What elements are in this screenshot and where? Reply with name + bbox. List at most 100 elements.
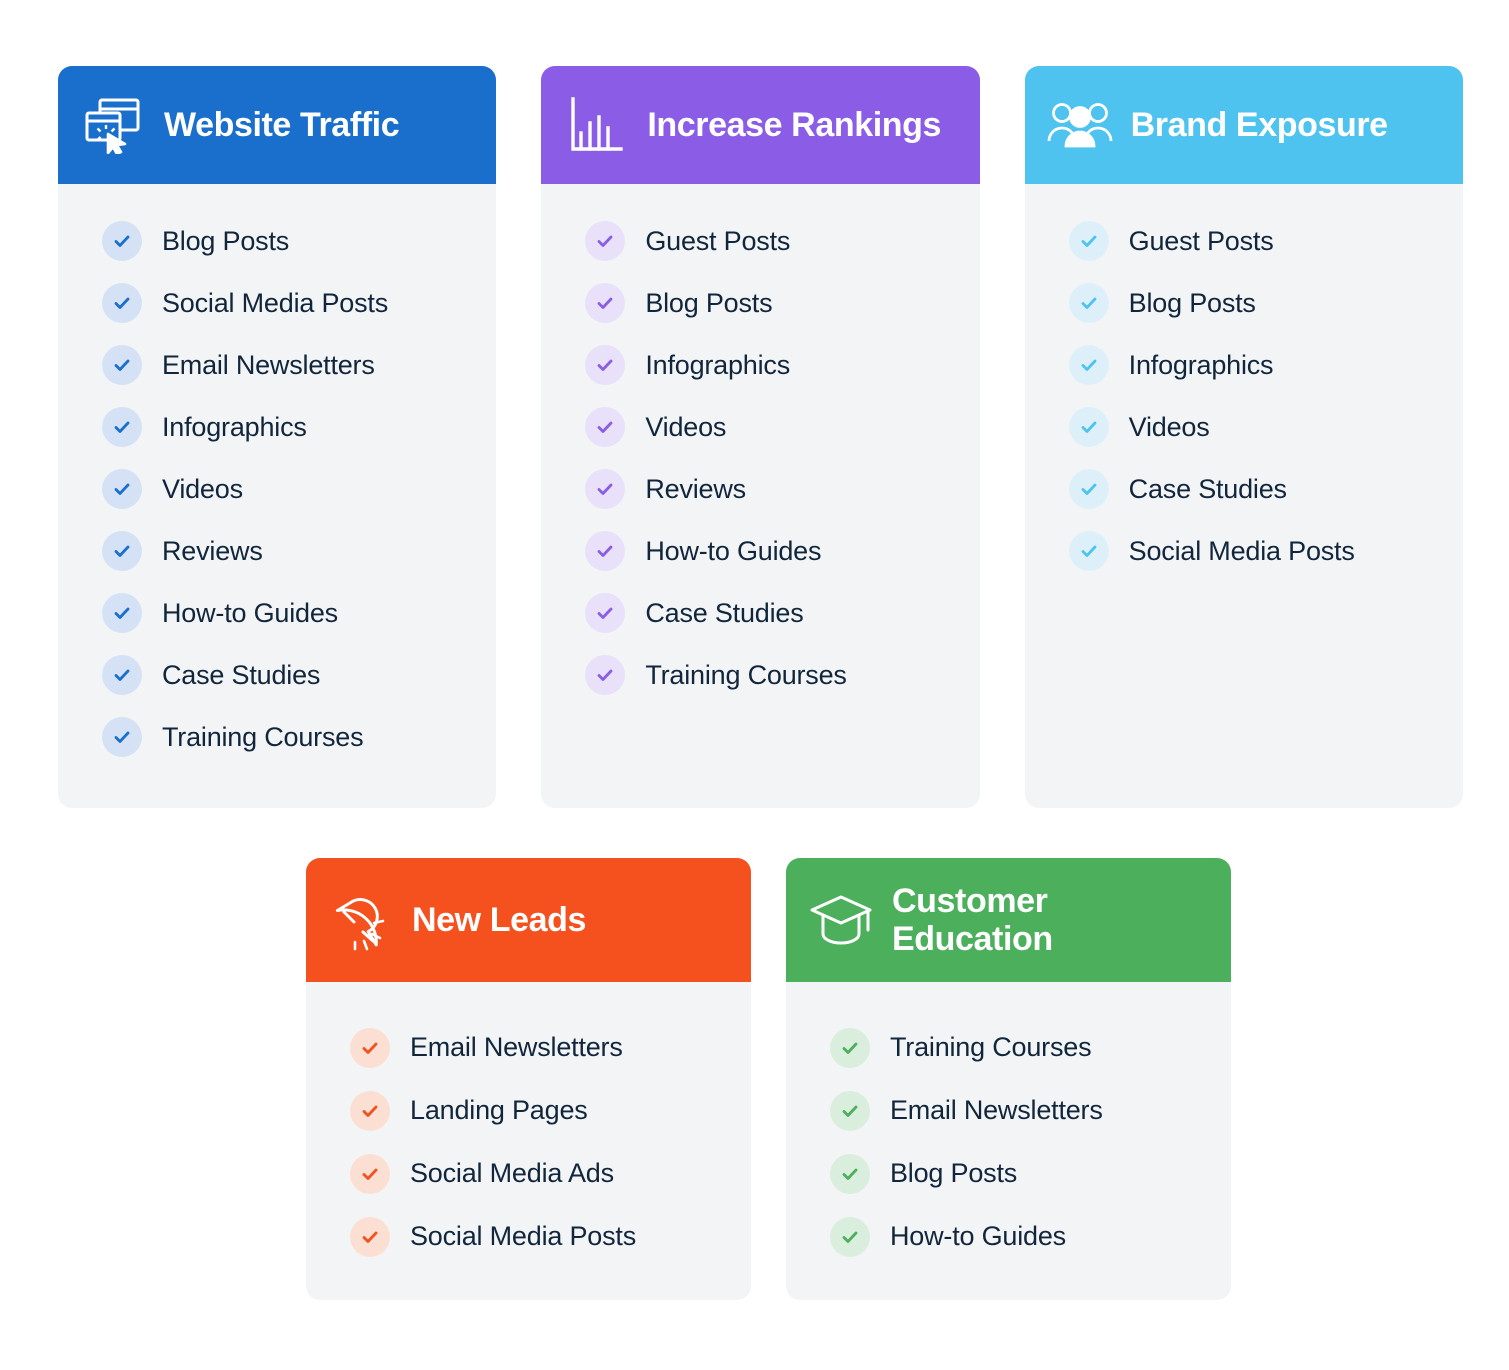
check-list: Guest Posts Blog Posts Infographics Vide… [1068, 210, 1437, 582]
list-item[interactable]: Infographics [585, 334, 953, 396]
bar-chart-icon [563, 92, 629, 158]
list-item[interactable]: Videos [102, 458, 470, 520]
list-item[interactable]: How-to Guides [102, 582, 470, 644]
list-item[interactable]: Videos [1068, 396, 1437, 458]
check-circle-icon [102, 221, 142, 261]
check-circle-icon [1068, 469, 1109, 509]
check-circle-icon [585, 221, 626, 261]
check-circle-icon [1068, 221, 1109, 261]
check-circle-icon [350, 1153, 390, 1194]
check-circle-icon [1068, 407, 1109, 447]
card-new-leads[interactable]: New Leads Email Newsletters Landing Page… [306, 858, 751, 1300]
list-item[interactable]: Training Courses [585, 644, 953, 706]
list-item-label: Case Studies [645, 597, 804, 628]
card-header-increase-rankings: Increase Rankings [541, 66, 980, 184]
list-item-label: Training Courses [890, 1032, 1092, 1062]
list-item-label: Blog Posts [1128, 287, 1256, 318]
list-item-label: Training Courses [645, 659, 847, 690]
list-item[interactable]: Infographics [102, 396, 470, 458]
list-item-label: Blog Posts [162, 225, 290, 256]
check-list: Email Newsletters Landing Pages Social M… [350, 1016, 725, 1268]
check-circle-icon [102, 531, 142, 571]
list-item-label: Blog Posts [645, 287, 773, 318]
card-title: Increase Rankings [647, 105, 941, 144]
list-item-label: How-to Guides [162, 597, 338, 628]
list-item-label: Social Media Posts [1128, 535, 1355, 566]
list-item[interactable]: Training Courses [102, 706, 470, 768]
list-item-label: Social Media Posts [162, 287, 389, 318]
browser-window-cursor-icon [80, 92, 146, 158]
list-item-label: Guest Posts [645, 225, 791, 256]
list-item-label: Infographics [1128, 349, 1274, 380]
list-item[interactable]: How-to Guides [585, 520, 953, 582]
infographic-board: Website Traffic Blog Posts Social Media … [0, 0, 1509, 1370]
list-item[interactable]: Videos [585, 396, 953, 458]
graduation-cap-icon [808, 887, 874, 953]
list-item[interactable]: How-to Guides [830, 1205, 1205, 1268]
list-item[interactable]: Email Newsletters [102, 334, 470, 396]
card-website-traffic[interactable]: Website Traffic Blog Posts Social Media … [58, 66, 497, 808]
list-item-label: Videos [645, 411, 727, 442]
cards-row-bottom: New Leads Email Newsletters Landing Page… [306, 858, 1231, 1300]
list-item[interactable]: Guest Posts [585, 210, 953, 272]
card-header-website-traffic: Website Traffic [58, 66, 497, 184]
cards-row-top: Website Traffic Blog Posts Social Media … [58, 66, 1463, 808]
check-circle-icon [1068, 531, 1109, 571]
list-item[interactable]: Case Studies [585, 582, 953, 644]
check-circle-icon [102, 469, 142, 509]
list-item[interactable]: Reviews [585, 458, 953, 520]
list-item[interactable]: Email Newsletters [350, 1016, 725, 1079]
check-list: Training Courses Email Newsletters Blog … [830, 1016, 1205, 1268]
card-increase-rankings[interactable]: Increase Rankings Guest Posts Blog Posts… [541, 66, 980, 808]
list-item[interactable]: Guest Posts [1068, 210, 1437, 272]
check-circle-icon [102, 283, 142, 323]
card-body-increase-rankings: Guest Posts Blog Posts Infographics Vide… [541, 184, 979, 808]
list-item-label: Reviews [162, 535, 263, 566]
list-item[interactable]: Training Courses [830, 1016, 1205, 1079]
list-item[interactable]: Reviews [102, 520, 470, 582]
people-group-icon [1047, 92, 1113, 158]
card-customer-education[interactable]: Customer Education Training Courses Emai… [786, 858, 1231, 1300]
list-item[interactable]: Blog Posts [830, 1142, 1205, 1205]
list-item[interactable]: Social Media Posts [1068, 520, 1437, 582]
check-circle-icon [830, 1090, 870, 1131]
card-title: Customer Education [892, 881, 1053, 958]
card-title: Website Traffic [164, 105, 400, 144]
list-item[interactable]: Infographics [1068, 334, 1437, 396]
list-item-label: Training Courses [162, 721, 364, 752]
check-circle-icon [830, 1216, 870, 1257]
card-header-new-leads: New Leads [306, 858, 751, 982]
card-body-brand-exposure: Guest Posts Blog Posts Infographics Vide… [1025, 184, 1463, 808]
check-circle-icon [585, 593, 626, 633]
check-circle-icon [102, 593, 142, 633]
card-body-website-traffic: Blog Posts Social Media Posts Email News… [58, 184, 496, 808]
list-item[interactable]: Email Newsletters [830, 1079, 1205, 1142]
list-item[interactable]: Case Studies [102, 644, 470, 706]
check-circle-icon [830, 1153, 870, 1194]
list-item[interactable]: Social Media Posts [102, 272, 470, 334]
check-circle-icon [585, 407, 626, 447]
check-circle-icon [1068, 345, 1109, 385]
list-item-label: Case Studies [162, 659, 321, 690]
check-circle-icon [350, 1216, 390, 1257]
check-list: Guest Posts Blog Posts Infographics Vide… [585, 210, 953, 706]
check-circle-icon [102, 655, 142, 695]
list-item[interactable]: Case Studies [1068, 458, 1437, 520]
list-item[interactable]: Blog Posts [585, 272, 953, 334]
list-item[interactable]: Landing Pages [350, 1079, 725, 1142]
list-item[interactable]: Social Media Ads [350, 1142, 725, 1205]
check-circle-icon [585, 345, 626, 385]
check-circle-icon [102, 345, 142, 385]
list-item[interactable]: Social Media Posts [350, 1205, 725, 1268]
list-item-label: Videos [1128, 411, 1210, 442]
check-circle-icon [830, 1027, 870, 1068]
card-brand-exposure[interactable]: Brand Exposure Guest Posts Blog Posts In… [1024, 66, 1463, 808]
list-item-label: Case Studies [1128, 473, 1287, 504]
list-item[interactable]: Blog Posts [102, 210, 470, 272]
list-item-label: Reviews [645, 473, 746, 504]
check-circle-icon [585, 469, 626, 509]
list-item-label: Infographics [645, 349, 791, 380]
list-item[interactable]: Blog Posts [1068, 272, 1437, 334]
list-item-label: How-to Guides [645, 535, 822, 566]
list-item-label: Videos [162, 473, 243, 504]
